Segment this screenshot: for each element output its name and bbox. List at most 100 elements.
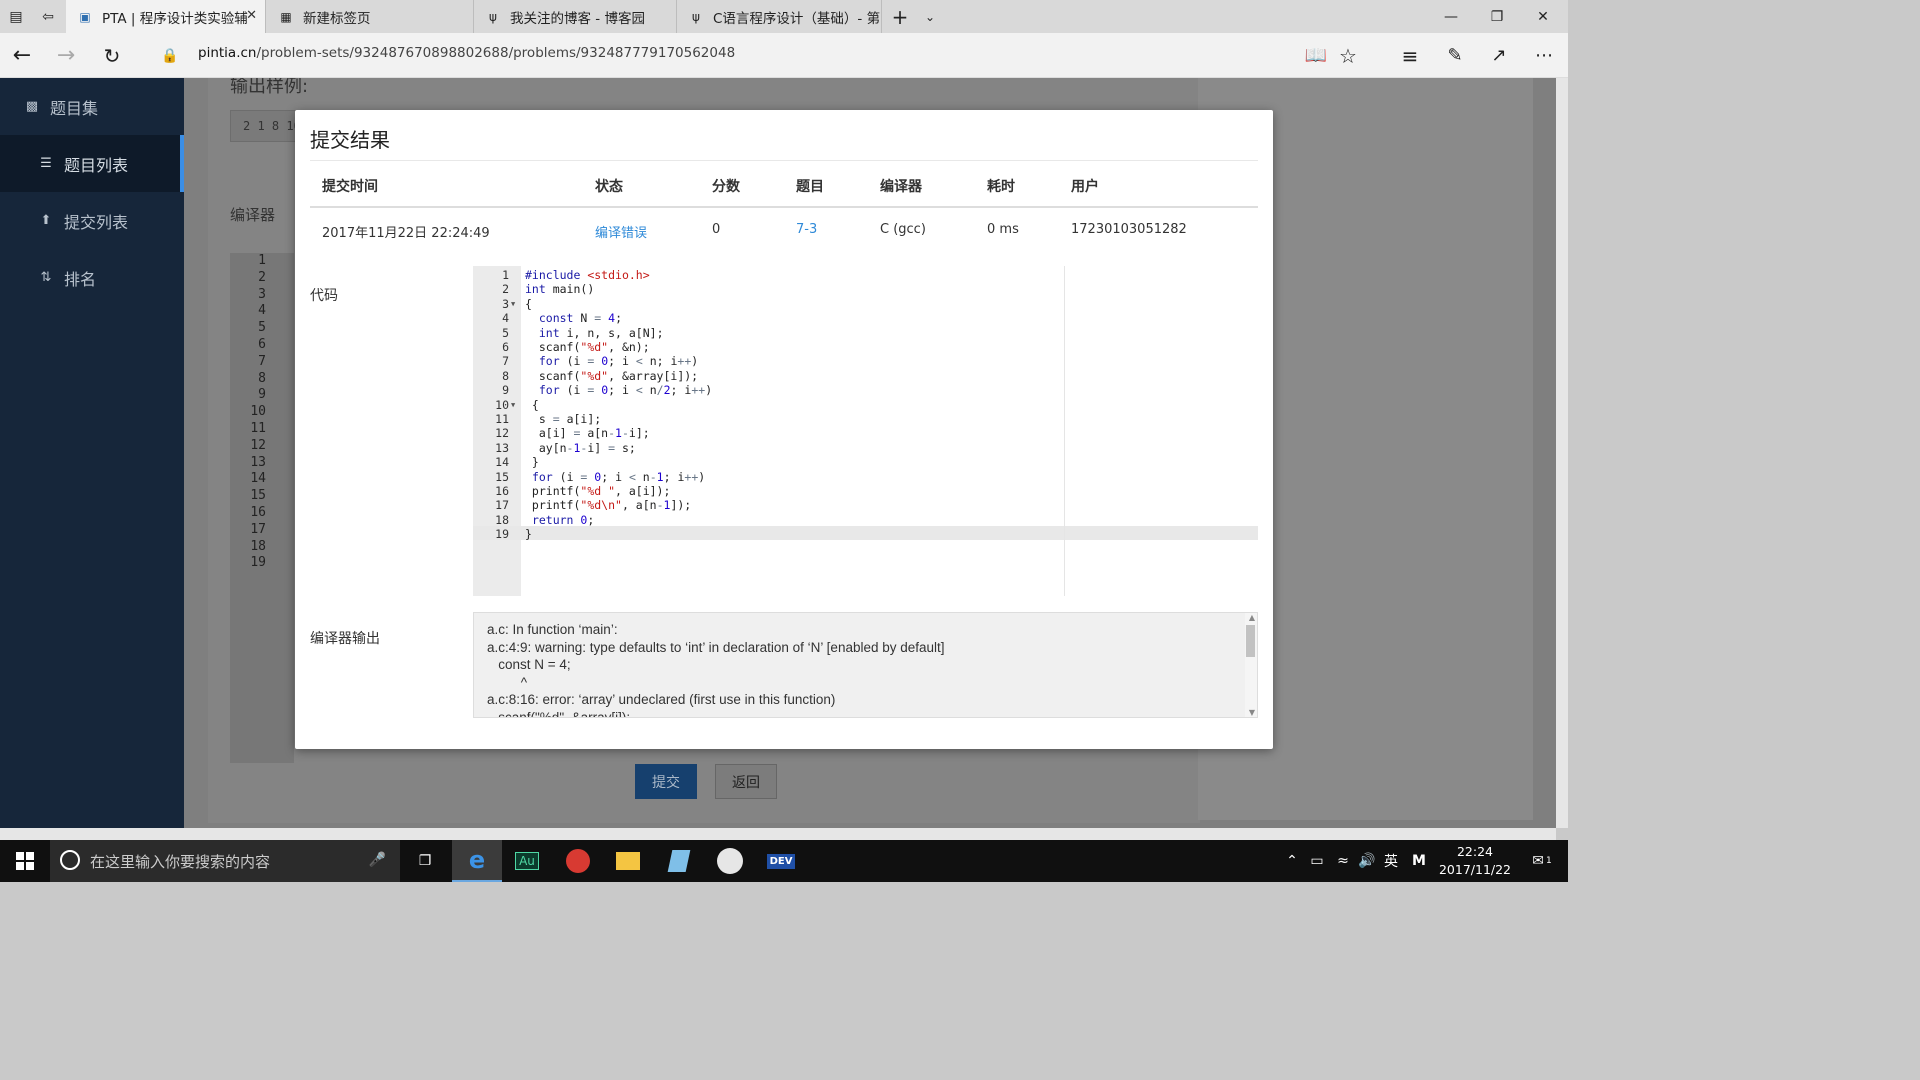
start-button[interactable] (0, 840, 50, 882)
tab-manager-icon[interactable]: ▤ (0, 0, 32, 33)
fold-arrow-icon[interactable]: ▼ (511, 398, 515, 412)
sidebar-item-problem-sets[interactable]: ▩ 题目集 (0, 78, 184, 135)
file-explorer-icon[interactable] (603, 840, 653, 882)
netease-music-icon[interactable] (553, 840, 603, 882)
sidebar-item-label: 提交列表 (64, 212, 129, 232)
tab-c-course[interactable]: ψ C语言程序设计（基础）- 第 (677, 0, 882, 33)
taskbar: 在这里输入你要搜索的内容 🎤 ❐ e Au DEV ⌃ ▭ ≈ 🔊 英 M 22… (0, 840, 1568, 882)
tab-cnblogs[interactable]: ψ 我关注的博客 - 博客园 (474, 0, 677, 33)
close-window-icon[interactable]: ✕ (1520, 0, 1566, 33)
wifi-icon[interactable]: ≈ (1332, 840, 1354, 882)
column-header-status: 状态 (595, 179, 623, 195)
code-line: 10 ▼ { (473, 398, 1258, 412)
code-text: scanf("%d", &n); (525, 340, 650, 354)
code-line: 17 printf("%d\n", a[n-1]); (473, 498, 1258, 512)
gutter-line-number: 3 (258, 286, 266, 302)
horizontal-scrollbar[interactable] (0, 828, 1556, 840)
code-line: 5 int i, n, s, a[N]; (473, 326, 1258, 340)
notification-count: 1 (1546, 856, 1552, 866)
taskbar-search[interactable]: 在这里输入你要搜索的内容 🎤 (50, 840, 400, 882)
scroll-thumb[interactable] (1246, 625, 1255, 657)
line-number: 10 (495, 397, 509, 412)
show-hidden-icons[interactable]: ⌃ (1282, 840, 1302, 882)
sidebar-item-problem-list[interactable]: ☰ 题目列表 (0, 135, 184, 192)
compiler-output-box[interactable]: a.c: In function ‘main’: a.c:4:9: warnin… (473, 612, 1258, 718)
gutter-line-number: 16 (250, 504, 266, 520)
hub-icon[interactable]: ≡ (1388, 33, 1432, 78)
chevron-down-icon[interactable]: ⌄ (914, 0, 946, 33)
volume-icon[interactable]: 🔊 (1356, 840, 1378, 882)
microphone-icon[interactable]: 🎤 (369, 852, 386, 868)
code-line: 8 scanf("%d", &array[i]); (473, 369, 1258, 383)
fold-arrow-icon[interactable]: ▼ (511, 297, 515, 311)
tab-pta[interactable]: ▣ PTA | 程序设计类实验辅 ✕ (66, 0, 266, 33)
code-text: s = a[i]; (525, 412, 602, 426)
graduation-cap-icon[interactable] (705, 840, 755, 882)
code-line: 12 a[i] = a[n-1-i]; (473, 426, 1258, 440)
edge-icon[interactable]: e (452, 840, 502, 882)
line-number: 2 (502, 282, 509, 297)
code-viewer[interactable]: 1 #include <stdio.h> 2 int main() 3 ▼{4 const… (473, 266, 1258, 596)
sidebar-item-label: 题目集 (50, 98, 99, 118)
column-header-problem: 题目 (796, 179, 824, 195)
dialog-title: 提交结果 (310, 128, 390, 152)
status-link[interactable]: 编译错误 (595, 222, 647, 241)
audition-icon[interactable]: Au (502, 840, 552, 882)
input-mode-icon[interactable]: M (1406, 840, 1432, 882)
gutter-line-number: 9 (258, 387, 266, 403)
compiler-output-text: a.c: In function ‘main’: a.c:4:9: warnin… (487, 622, 945, 718)
code-line: 1 #include <stdio.h> (473, 268, 1258, 282)
back-arrow-icon[interactable]: ← (0, 33, 44, 78)
gutter-line-number: 4 (258, 303, 266, 319)
back-button[interactable]: 返回 (715, 764, 777, 799)
clock[interactable]: 22:24 2017/11/22 (1432, 843, 1518, 879)
code-text: scanf("%d", &array[i]); (525, 368, 699, 383)
line-number: 5 (502, 325, 509, 340)
scroll-up-icon[interactable]: ▲ (1249, 613, 1255, 622)
gutter-line-number: 12 (250, 437, 266, 453)
code-line: 6 scanf("%d", &n); (473, 340, 1258, 354)
refresh-icon[interactable]: ↻ (90, 33, 134, 78)
tab-label: 我关注的博客 - 博客园 (510, 10, 645, 27)
url-field[interactable]: pintia.cn/problem-sets/93248767089880268… (198, 45, 735, 61)
divider (310, 160, 1258, 161)
submit-button[interactable]: 提交 (635, 764, 697, 799)
column-header-score: 分数 (712, 179, 740, 195)
divider (310, 206, 1258, 208)
column-header-time: 提交时间 (322, 179, 378, 195)
task-view-icon[interactable]: ❐ (400, 840, 450, 882)
tab-new[interactable]: ▦ 新建标签页 (267, 0, 474, 33)
line-number: 15 (495, 469, 509, 484)
gutter-line-number: 19 (250, 555, 266, 571)
sort-icon: ⇅ (40, 270, 52, 285)
vertical-scrollbar[interactable] (1556, 78, 1568, 828)
problem-link[interactable]: 7-3 (796, 222, 817, 237)
set-aside-tabs-icon[interactable]: ⇦ (32, 0, 64, 33)
new-tab-icon[interactable]: + (884, 0, 916, 33)
close-icon[interactable]: ✕ (246, 8, 257, 23)
ime-indicator[interactable]: 英 (1380, 840, 1402, 882)
line-number: 11 (495, 412, 509, 426)
clock-time: 22:24 (1456, 844, 1494, 859)
sidebar-item-ranking[interactable]: ⇅ 排名 (0, 249, 184, 306)
line-number: 18 (495, 512, 509, 527)
forward-arrow-icon[interactable]: → (44, 33, 88, 78)
battery-icon[interactable]: ▭ (1306, 840, 1328, 882)
minimize-icon[interactable]: — (1428, 0, 1474, 33)
more-icon[interactable]: ⋯ (1522, 33, 1566, 78)
sidebar-item-submissions[interactable]: ⬆ 提交列表 (0, 192, 184, 249)
notes-app-icon[interactable] (654, 840, 704, 882)
score: 0 (712, 222, 721, 237)
favorite-star-icon[interactable]: ☆ (1326, 33, 1370, 78)
output-scrollbar[interactable]: ▲ ▼ (1245, 613, 1257, 717)
browser-tab-bar: ▤ ⇦ ▣ PTA | 程序设计类实验辅 ✕ ▦ 新建标签页 ψ 我关注的博客 … (0, 0, 1568, 33)
compiler-output-label: 编译器输出 (310, 631, 380, 647)
dev-cpp-icon[interactable]: DEV (756, 840, 806, 882)
line-number: 14 (495, 455, 509, 470)
action-center-icon[interactable]: ✉ 1 (1522, 840, 1562, 882)
share-icon[interactable]: ↗ (1477, 33, 1521, 78)
restore-icon[interactable]: ❐ (1474, 0, 1520, 33)
lock-icon: 🔒 (161, 47, 179, 64)
web-note-icon[interactable]: ✎ (1433, 33, 1477, 78)
scroll-down-icon[interactable]: ▼ (1249, 708, 1255, 717)
